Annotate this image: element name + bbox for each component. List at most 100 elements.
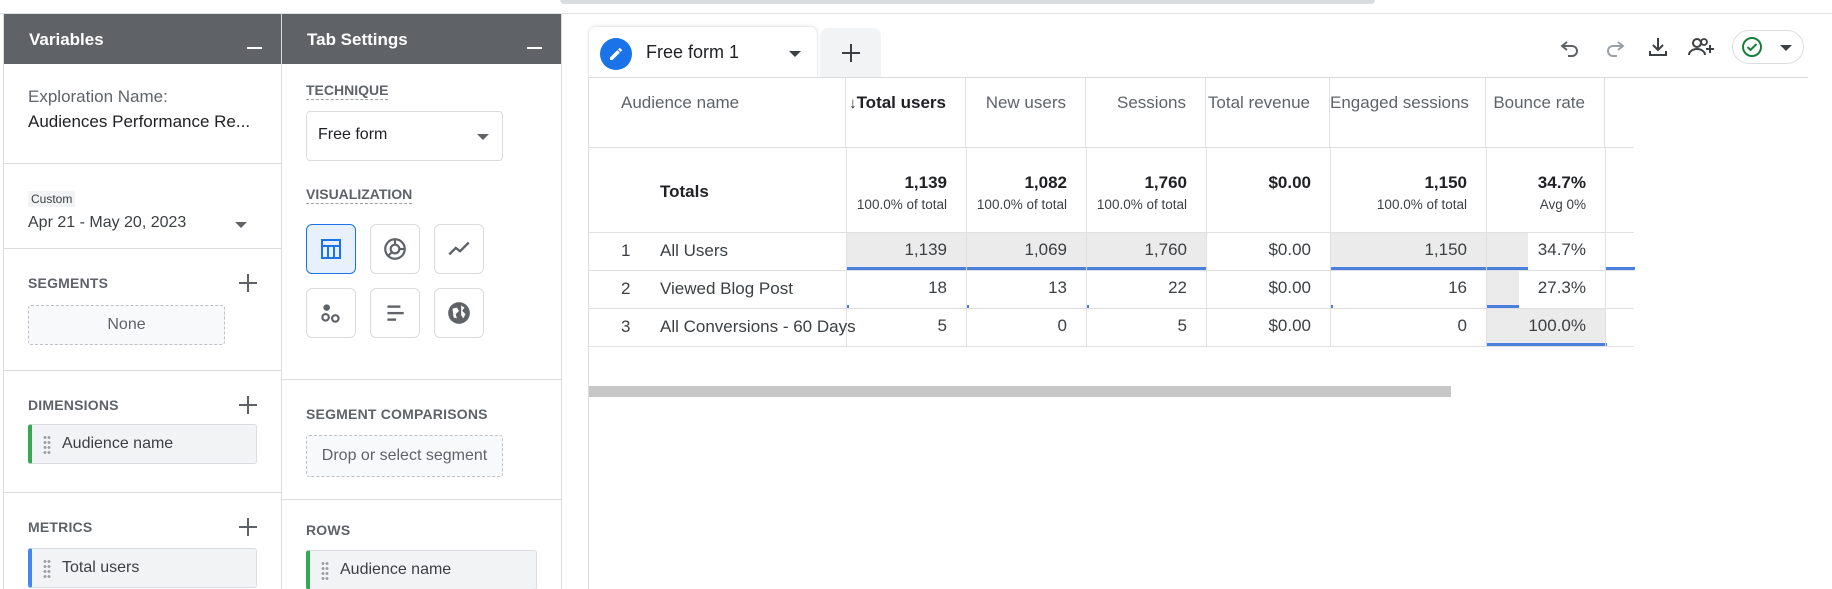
tab-settings-title: Tab Settings [307, 30, 408, 49]
cell-value: $0.00 [1268, 240, 1311, 259]
header-bounce-rate[interactable]: Bounce rate [1486, 78, 1605, 147]
download-icon [1649, 38, 1667, 56]
viz-donut-button[interactable] [370, 224, 420, 274]
add-metric-icon[interactable] [239, 518, 257, 536]
share-button[interactable] [1684, 30, 1718, 64]
table-icon [321, 239, 341, 259]
viz-scatter-button[interactable] [306, 288, 356, 338]
segment-comparisons-section: SEGMENT COMPARISONS Drop or select segme… [282, 380, 561, 500]
exploration-name-section: Exploration Name: Audiences Performance … [4, 64, 281, 164]
header-engaged-sessions[interactable]: Engaged sessions [1330, 78, 1486, 147]
rows-section: ROWS Audience name [282, 500, 561, 589]
scrollbar-top[interactable] [560, 0, 1375, 4]
header-audience-name[interactable]: Audience name [589, 78, 846, 147]
add-dimension-icon[interactable] [239, 396, 257, 414]
row-audience-name[interactable]: All Conversions - 60 Days [660, 317, 856, 337]
col-divider [1605, 147, 1606, 347]
technique-section: TECHNIQUE Free form VISUALIZATION [282, 64, 561, 380]
tab-menu-icon[interactable] [789, 51, 801, 57]
sort-arrow-icon: ↓ [849, 95, 857, 112]
total-sub: 100.0% of total [976, 197, 1067, 212]
technique-title: TECHNIQUE [306, 82, 389, 100]
scatter-icon [321, 304, 340, 323]
cell-value: 18 [928, 278, 947, 297]
drag-handle-icon[interactable] [43, 559, 51, 579]
total-sub: Avg 0% [1539, 197, 1586, 212]
chevron-down-icon [1780, 45, 1792, 51]
row-divider [589, 346, 1634, 347]
collapse-icon[interactable] [527, 47, 542, 49]
cell-value: 1,069 [1024, 240, 1067, 259]
segments-section: SEGMENTS None [4, 249, 281, 371]
date-tag: Custom [28, 191, 76, 207]
drag-handle-icon[interactable] [321, 561, 329, 581]
header-sessions[interactable]: Sessions [1086, 78, 1206, 147]
segments-empty: None [28, 305, 225, 345]
undo-icon [1560, 41, 1578, 57]
technique-select[interactable]: Free form [306, 111, 503, 161]
total-value: 1,150 [1424, 173, 1467, 192]
freeform-table: Audience name ↓Total users New users Ses… [588, 77, 1808, 589]
globe-icon [448, 302, 470, 324]
variables-panel: Variables Exploration Name: Audiences Pe… [3, 14, 282, 589]
date-dropdown-icon[interactable] [235, 222, 247, 228]
plus-icon [841, 43, 860, 62]
check-status-icon [1742, 37, 1762, 57]
drag-handle-icon[interactable] [43, 435, 51, 455]
viz-bar-button[interactable] [370, 288, 420, 338]
main-canvas: Free form 1 Audience name ↓Total users N… [562, 14, 1832, 589]
row-index: 1 [621, 241, 631, 260]
totals-label: Totals [660, 182, 709, 201]
cell-value: 1,150 [1424, 240, 1467, 259]
header-overflow [1605, 78, 1634, 147]
segments-title: SEGMENTS [28, 275, 109, 291]
row-audience-name[interactable]: Viewed Blog Post [660, 279, 793, 299]
technique-value: Free form [318, 126, 388, 143]
exploration-name-label: Exploration Name: [28, 87, 168, 106]
cell-value: 34.7% [1537, 240, 1586, 259]
undo-button[interactable] [1553, 30, 1587, 64]
row-index: 2 [621, 279, 631, 298]
add-segment-icon[interactable] [239, 274, 257, 292]
status-menu-button[interactable] [1732, 30, 1804, 64]
row-divider [589, 270, 1634, 271]
viz-table-button[interactable] [306, 224, 356, 274]
total-value: $0.00 [1268, 173, 1311, 192]
header-total-revenue[interactable]: Total revenue [1206, 78, 1330, 147]
viz-line-button[interactable] [434, 224, 484, 274]
cell-value: 1,760 [1144, 240, 1187, 259]
tab-settings-header: Tab Settings [282, 14, 561, 64]
dimension-chip-label: Audience name [62, 435, 174, 452]
rows-chip[interactable]: Audience name [306, 550, 537, 589]
header-new-users[interactable]: New users [966, 78, 1086, 147]
variables-header: Variables [4, 14, 281, 64]
viz-geo-button[interactable] [434, 288, 484, 338]
metrics-section: METRICS Total users [4, 493, 281, 589]
date-range-section[interactable]: Custom Apr 21 - May 20, 2023 [4, 164, 281, 249]
tab-free-form-1[interactable]: Free form 1 [588, 26, 818, 77]
bar-chart-icon [387, 305, 404, 321]
dimension-chip[interactable]: Audience name [28, 424, 257, 464]
rows-chip-label: Audience name [340, 561, 452, 578]
segment-drop-zone[interactable]: Drop or select segment [306, 435, 503, 477]
metric-chip[interactable]: Total users [28, 548, 257, 588]
visualization-title: VISUALIZATION [306, 186, 413, 204]
row-divider [589, 308, 1634, 309]
cell-value: 1,139 [904, 240, 947, 259]
cell-value: 0 [1457, 316, 1467, 335]
row-audience-name[interactable]: All Users [660, 241, 728, 261]
collapse-icon[interactable] [247, 47, 262, 49]
download-button[interactable] [1641, 30, 1675, 64]
row-index: 3 [621, 317, 631, 336]
total-sub: 100.0% of total [856, 197, 947, 212]
redo-button[interactable] [1598, 30, 1632, 64]
line-chart-icon [448, 241, 470, 256]
cell-value: 0 [1057, 316, 1067, 335]
header-total-users[interactable]: ↓Total users [846, 78, 966, 147]
add-tab-button[interactable] [820, 28, 881, 77]
exploration-name-input[interactable]: Audiences Performance Re... [28, 112, 259, 132]
total-value: 1,139 [904, 173, 947, 192]
horizontal-scrollbar[interactable] [589, 386, 1451, 397]
metrics-title: METRICS [28, 519, 93, 535]
cell-value: $0.00 [1268, 278, 1311, 297]
